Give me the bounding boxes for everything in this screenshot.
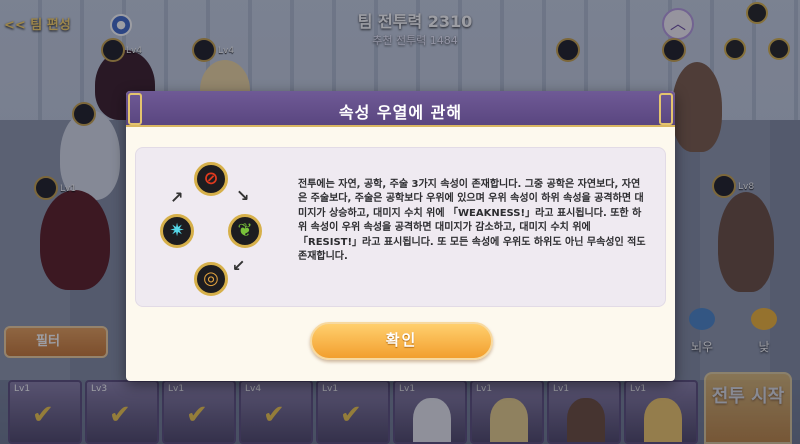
nature-element-icon: ❦	[228, 214, 262, 248]
curse-element-icon: ⊘	[194, 162, 228, 196]
dialog-description: 전투에는 자연, 공학, 주술 3가지 속성이 존재합니다. 그중 공학은 자연…	[298, 179, 646, 263]
dialog-content: ⊘ ❦ ◎ ✷ ↘ ↙ ↗ 전투에는 자연, 공학, 주술 3가지 속성이 존재…	[135, 147, 666, 307]
element-cycle-diagram: ⊘ ❦ ◎ ✷ ↘ ↙ ↗	[156, 156, 266, 298]
dialog-header: 속성 우열에 관해	[126, 91, 675, 127]
cycle-arrow-icon: ↙	[232, 256, 246, 275]
dialog-title: 속성 우열에 관해	[338, 103, 463, 122]
tech-element-icon: ◎	[194, 262, 228, 296]
cycle-arrow-icon: ↗	[170, 188, 184, 207]
magic-element-icon: ✷	[160, 214, 194, 248]
cycle-arrow-icon: ↘	[236, 186, 250, 205]
confirm-button[interactable]: 확인	[310, 322, 493, 360]
element-advantage-dialog: 속성 우열에 관해 ⊘ ❦ ◎ ✷ ↘ ↙ ↗ 전투에는 자연, 공학, 주술 …	[126, 91, 675, 381]
